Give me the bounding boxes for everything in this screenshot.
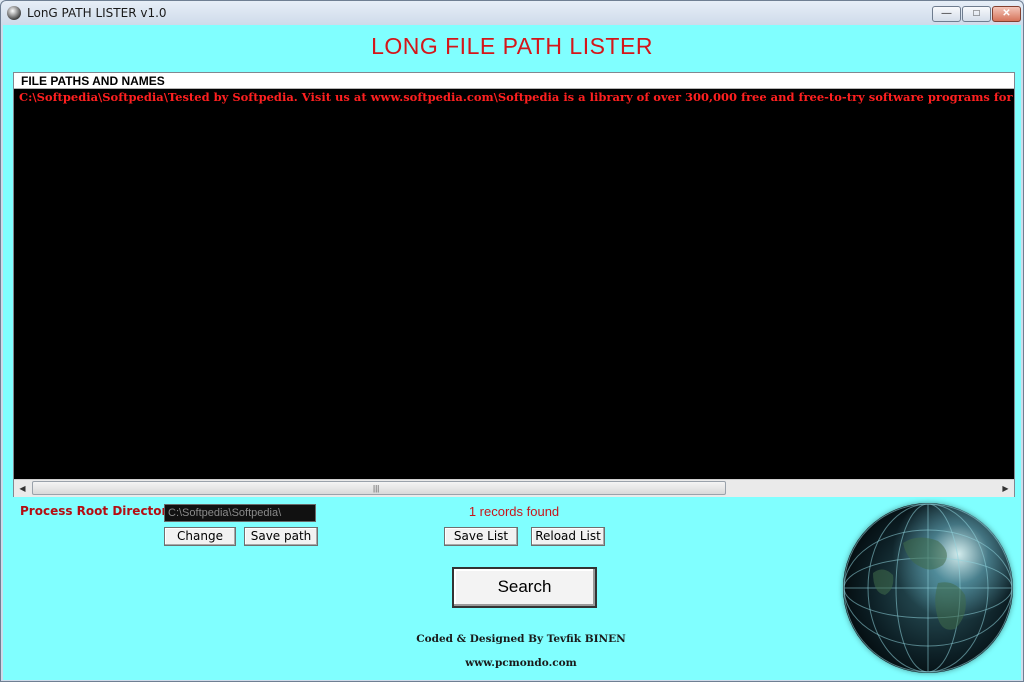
app-window: LonG PATH LISTER v1.0 — □ ✕ LONG FILE PA… bbox=[0, 0, 1024, 682]
save-list-button[interactable]: Save List bbox=[444, 527, 518, 546]
horizontal-scrollbar[interactable]: ◀ ||| ▶ bbox=[14, 479, 1014, 497]
scroll-thumb[interactable]: ||| bbox=[32, 481, 726, 495]
list-item[interactable]: C:\Softpedia\Softpedia\Tested by Softped… bbox=[14, 90, 1014, 104]
website-link: www.pcmondo.com bbox=[465, 657, 577, 669]
client-area: LONG FILE PATH LISTER FILE PATHS AND NAM… bbox=[3, 25, 1021, 680]
scroll-right-icon[interactable]: ▶ bbox=[997, 480, 1014, 497]
author-credit: Coded & Designed By Tevfik BINEN bbox=[416, 633, 626, 645]
app-icon[interactable] bbox=[7, 6, 21, 20]
root-directory-label: Process Root Directory: bbox=[20, 504, 181, 518]
save-path-button[interactable]: Save path bbox=[244, 527, 318, 546]
window-title: LonG PATH LISTER v1.0 bbox=[27, 6, 167, 20]
search-button[interactable]: Search bbox=[452, 567, 597, 608]
reload-list-button[interactable]: Reload List bbox=[531, 527, 605, 546]
title-bar[interactable]: LonG PATH LISTER v1.0 — □ ✕ bbox=[1, 1, 1023, 25]
list-rows: C:\Softpedia\Softpedia\Tested by Softped… bbox=[14, 90, 1014, 480]
maximize-button[interactable]: □ bbox=[962, 6, 991, 22]
change-button[interactable]: Change bbox=[164, 527, 236, 546]
minimize-button[interactable]: — bbox=[932, 6, 961, 22]
app-heading: LONG FILE PATH LISTER bbox=[371, 33, 653, 59]
scroll-left-icon[interactable]: ◀ bbox=[14, 480, 31, 497]
records-count: 1 records found bbox=[468, 504, 560, 519]
scroll-grip-icon: ||| bbox=[373, 484, 380, 493]
close-button[interactable]: ✕ bbox=[992, 6, 1021, 22]
list-column-header[interactable]: FILE PATHS AND NAMES bbox=[14, 73, 1014, 89]
earth-globe-icon bbox=[843, 503, 1013, 673]
file-path-list[interactable]: FILE PATHS AND NAMES C:\Softpedia\Softpe… bbox=[13, 72, 1015, 497]
root-directory-field[interactable]: C:\Softpedia\Softpedia\ bbox=[164, 504, 316, 522]
globe-graticule bbox=[843, 503, 1013, 673]
